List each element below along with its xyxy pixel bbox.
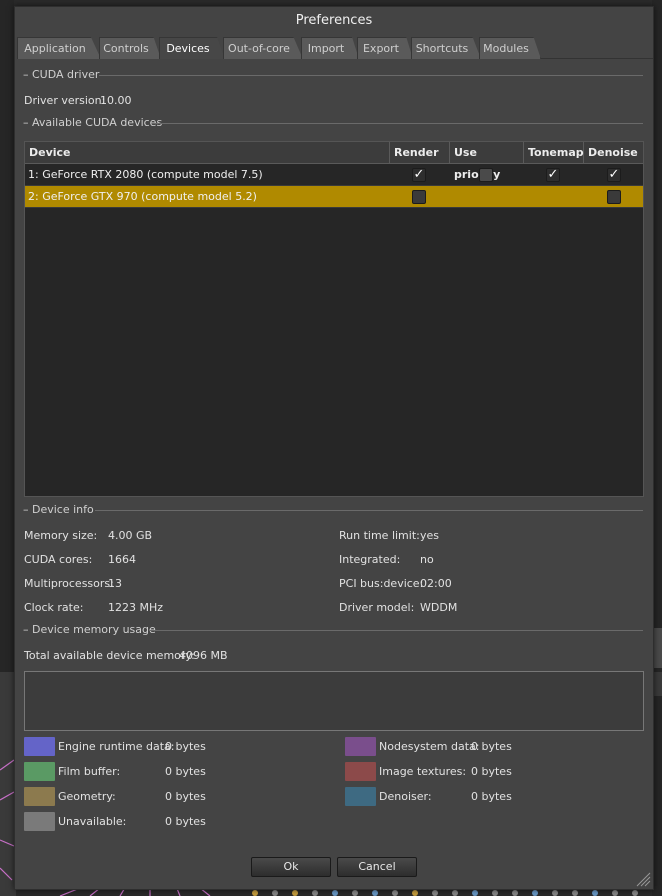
geometry-value: 0 bytes <box>165 790 206 803</box>
tab-bar: Application Controls Devices Out-of-core… <box>17 37 653 59</box>
resize-grip-icon[interactable] <box>633 869 651 887</box>
column-tonemap[interactable]: Tonemap <box>524 142 584 164</box>
unavailable-swatch <box>24 812 55 831</box>
denoiser-value: 0 bytes <box>471 790 512 803</box>
devices-table-header: Device Render Use priority Tonemap Denoi… <box>25 142 644 181</box>
film-buffer-swatch <box>24 762 55 781</box>
denoiser-swatch <box>345 787 376 806</box>
clock-rate-label: Clock rate: <box>24 601 84 614</box>
engine-runtime-swatch <box>24 737 55 756</box>
cuda-cores-label: CUDA cores: <box>24 553 93 566</box>
film-buffer-label: Film buffer: <box>58 765 121 778</box>
integrated-value: no <box>420 553 434 566</box>
column-denoise[interactable]: Denoise <box>584 142 644 164</box>
device-name: 1: GeForce RTX 2080 (compute model 7.5) <box>28 168 263 181</box>
image-textures-label: Image textures: <box>379 765 467 778</box>
driver-version-label: Driver version: <box>24 94 106 107</box>
run-time-limit-value: yes <box>420 529 440 542</box>
memory-size-label: Memory size: <box>24 529 98 542</box>
denoiser-label: Denoiser: <box>379 790 432 803</box>
denoise-checkbox[interactable]: ✓ <box>607 168 621 182</box>
image-textures-value: 0 bytes <box>471 765 512 778</box>
tab-out-of-core[interactable]: Out-of-core <box>223 37 303 59</box>
multiprocessors-label: Multiprocessors: <box>24 577 114 590</box>
column-render[interactable]: Render <box>390 142 450 164</box>
clock-rate-value: 1223 MHz <box>108 601 164 614</box>
ok-button[interactable]: Ok <box>251 857 331 877</box>
memory-usage-section-label: – Device memory usage <box>23 623 156 636</box>
integrated-label: Integrated: <box>339 553 401 566</box>
cuda-driver-divider <box>99 75 643 76</box>
total-memory-label: Total available device memory: <box>24 649 195 662</box>
geometry-label: Geometry: <box>58 790 116 803</box>
devices-table: Device Render Use priority Tonemap Denoi… <box>24 141 644 497</box>
driver-model-label: Driver model: <box>339 601 415 614</box>
nodesystem-label: Nodesystem data: <box>379 740 480 753</box>
device-info-section-label: – Device info <box>23 503 94 516</box>
preferences-dialog: Preferences Application Controls Devices… <box>14 6 654 890</box>
tab-export[interactable]: Export <box>357 37 413 59</box>
tonemap-checkbox[interactable]: ✓ <box>546 168 560 182</box>
device-name: 2: GeForce GTX 970 (compute model 5.2) <box>28 190 257 203</box>
memory-usage-bar <box>24 671 644 731</box>
available-devices-divider <box>155 123 643 124</box>
memory-usage-divider <box>149 630 643 631</box>
cuda-cores-value: 1664 <box>108 553 136 566</box>
tab-controls[interactable]: Controls <box>99 37 161 59</box>
column-device[interactable]: Device <box>25 142 390 164</box>
pci-bus-device-label: PCI bus:device: <box>339 577 424 590</box>
nodesystem-swatch <box>345 737 376 756</box>
unavailable-value: 0 bytes <box>165 815 206 828</box>
engine-runtime-label: Engine runtime data: <box>58 740 175 753</box>
film-buffer-value: 0 bytes <box>165 765 206 778</box>
tab-application[interactable]: Application <box>17 37 101 59</box>
tab-modules[interactable]: Modules <box>479 37 541 59</box>
engine-runtime-value: 0 bytes <box>165 740 206 753</box>
unavailable-label: Unavailable: <box>58 815 127 828</box>
tab-devices[interactable]: Devices <box>159 37 225 59</box>
geometry-swatch <box>24 787 55 806</box>
denoise-checkbox[interactable] <box>607 190 621 204</box>
cancel-button[interactable]: Cancel <box>337 857 417 877</box>
column-use-priority[interactable]: Use priority <box>450 142 524 181</box>
pci-bus-device-value: 02:00 <box>420 577 452 590</box>
image-textures-swatch <box>345 762 376 781</box>
dialog-title: Preferences <box>15 7 653 35</box>
total-memory-value: 4096 MB <box>179 649 228 662</box>
available-devices-section-label: – Available CUDA devices <box>23 116 163 129</box>
render-checkbox[interactable] <box>412 190 426 204</box>
run-time-limit-label: Run time limit: <box>339 529 420 542</box>
tab-shortcuts[interactable]: Shortcuts <box>411 37 481 59</box>
tab-import[interactable]: Import <box>301 37 359 59</box>
memory-size-value: 4.00 GB <box>108 529 153 542</box>
device-row-1[interactable]: 1: GeForce RTX 2080 (compute model 7.5) … <box>25 164 643 186</box>
multiprocessors-value: 13 <box>108 577 122 590</box>
render-checkbox[interactable]: ✓ <box>412 168 426 182</box>
driver-version-value: 10.00 <box>100 94 132 107</box>
nodesystem-value: 0 bytes <box>471 740 512 753</box>
use-priority-checkbox[interactable] <box>479 168 493 182</box>
cuda-driver-section-label: – CUDA driver <box>23 68 100 81</box>
device-info-divider <box>95 510 643 511</box>
device-row-2[interactable]: 2: GeForce GTX 970 (compute model 5.2) <box>25 186 643 208</box>
driver-model-value: WDDM <box>420 601 458 614</box>
